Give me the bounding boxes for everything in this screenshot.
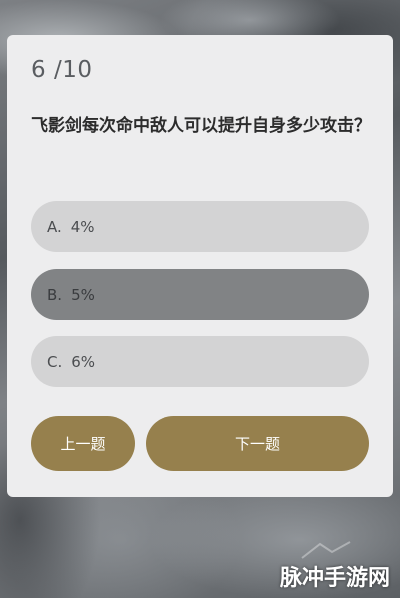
watermark-logo-icon [301,541,351,559]
option-a-value: 4% [70,217,95,236]
option-a-letter: A. [47,217,62,236]
prev-question-button[interactable]: 上一题 [31,416,135,471]
option-a[interactable]: A. 4% [31,201,369,252]
question-progress: 6 /10 [31,57,93,83]
option-b[interactable]: B. 5% [31,269,369,320]
option-c-letter: C. [47,352,63,371]
quiz-card: 6 /10 飞影剑每次命中敌人可以提升自身多少攻击？ A. 4% B. 5% C… [7,35,393,497]
option-b-letter: B. [47,285,63,304]
option-c[interactable]: C. 6% [31,336,369,387]
option-c-value: 6% [71,352,96,371]
next-question-button[interactable]: 下一题 [146,416,369,471]
option-b-value: 5% [71,285,95,304]
question-text: 飞影剑每次命中敌人可以提升自身多少攻击？ [31,116,371,136]
watermark-text: 脉冲手游网 [279,566,390,591]
